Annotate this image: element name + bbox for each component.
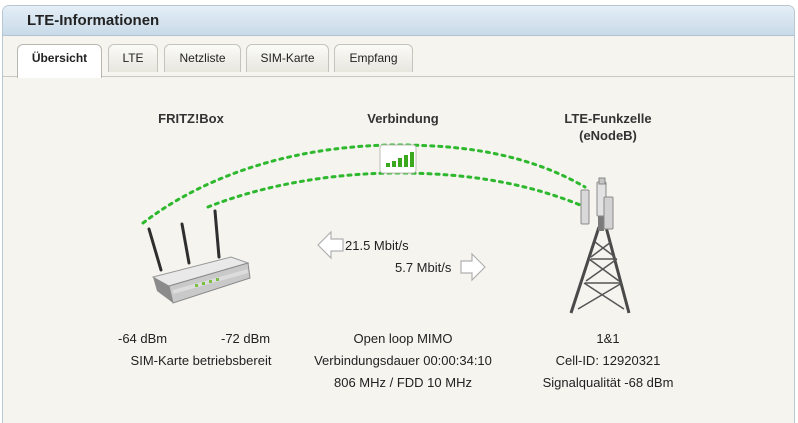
cell-signal-quality: Signalqualität -68 dBm xyxy=(542,375,674,390)
cell-heading-line2: (eNodeB) xyxy=(579,128,637,143)
tab-netzliste[interactable]: Netzliste xyxy=(164,44,241,72)
lte-info-panel: LTE-Informationen Übersicht LTE Netzlist… xyxy=(2,5,795,423)
cell-heading-line1: LTE-Funkzelle xyxy=(564,111,652,126)
router-signal-1: -64 dBm xyxy=(118,331,168,346)
overview-content: FRITZ!Box Verbindung LTE-Funkzelle (eNod… xyxy=(3,77,794,423)
tab-empfang[interactable]: Empfang xyxy=(334,44,413,72)
connection-band: 806 MHz / FDD 10 MHz xyxy=(334,375,472,390)
connection-mode: Open loop MIMO xyxy=(353,331,453,346)
panel-title: LTE-Informationen xyxy=(27,12,160,29)
upstream-rate: 5.7 Mbit/s xyxy=(395,260,452,275)
tab-bar: Übersicht LTE Netzliste SIM-Karte Empfan… xyxy=(3,36,794,78)
router-heading: FRITZ!Box xyxy=(158,111,224,126)
connection-heading: Verbindung xyxy=(367,111,439,126)
sim-status: SIM-Karte betriebsbereit xyxy=(130,353,272,368)
panel-header: LTE-Informationen xyxy=(3,6,794,36)
cell-tower-icon xyxy=(569,177,631,314)
cell-id: Cell-ID: 12920321 xyxy=(555,353,661,368)
router-signal-2: -72 dBm xyxy=(221,331,271,346)
signal-strength-icon xyxy=(379,144,417,174)
router-icon xyxy=(147,209,251,304)
cell-provider: 1&1 xyxy=(596,331,620,346)
downstream-rate: 21.5 Mbit/s xyxy=(345,238,409,253)
link-arc-lower xyxy=(206,171,587,209)
link-arc-upper xyxy=(141,143,587,225)
tab-uebersicht[interactable]: Übersicht xyxy=(17,44,102,78)
connection-duration: Verbindungsdauer 00:00:34:10 xyxy=(314,353,492,368)
tab-lte[interactable]: LTE xyxy=(108,44,158,72)
upstream-arrow-icon xyxy=(460,252,486,282)
tab-sim-karte[interactable]: SIM-Karte xyxy=(246,44,329,72)
downstream-arrow-icon xyxy=(317,230,344,260)
cell-heading: LTE-Funkzelle (eNodeB) xyxy=(523,111,693,143)
